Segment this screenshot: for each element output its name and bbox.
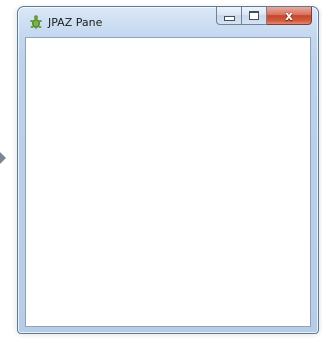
pane-canvas[interactable]: [25, 37, 311, 327]
turtle-icon: [30, 15, 42, 30]
maximize-button[interactable]: [242, 7, 267, 25]
maximize-icon: [249, 11, 259, 20]
caption-buttons: x: [216, 7, 312, 26]
pointer-arrow-icon: [0, 152, 6, 164]
desktop-area: JPAZ Pane x: [0, 0, 322, 338]
app-window: JPAZ Pane x: [17, 6, 319, 334]
close-button[interactable]: x: [267, 7, 312, 25]
title-bar[interactable]: JPAZ Pane x: [18, 7, 318, 37]
window-title: JPAZ Pane: [48, 16, 103, 29]
minimize-button[interactable]: [216, 7, 242, 25]
minimize-icon: [223, 16, 235, 21]
close-icon: x: [285, 8, 293, 23]
